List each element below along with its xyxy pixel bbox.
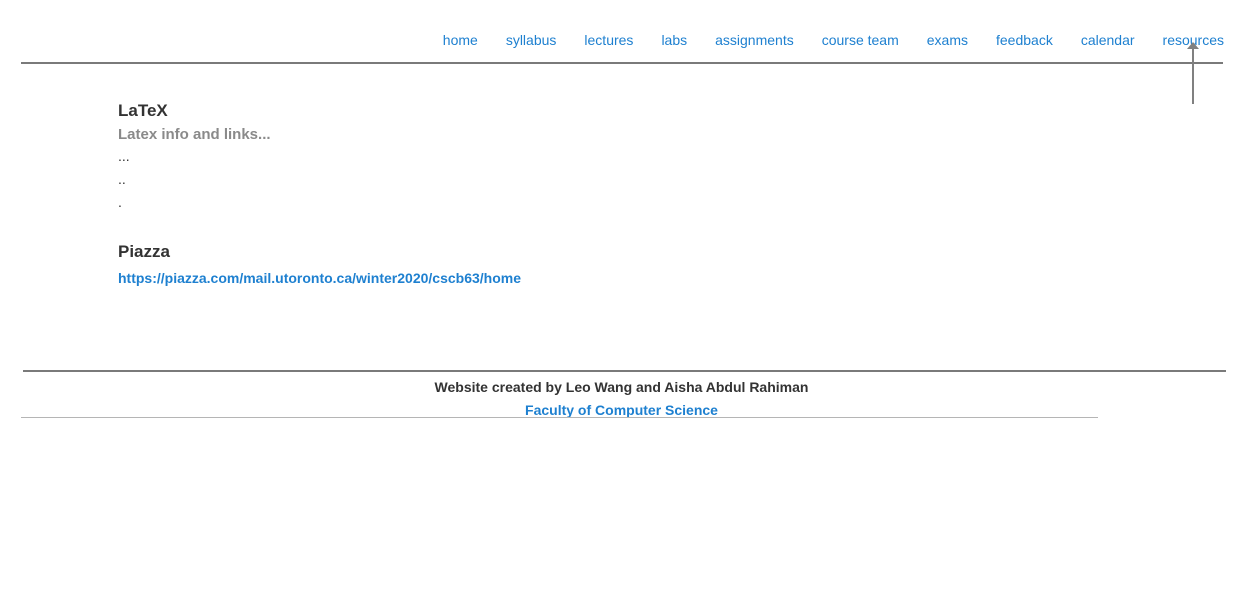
nav-lectures-link[interactable]: lectures xyxy=(584,30,633,50)
nav-labs-link[interactable]: labs xyxy=(661,30,687,50)
latex-dots-3: . xyxy=(118,194,122,210)
nav-assignments-link[interactable]: assignments xyxy=(715,30,794,50)
latex-heading: LaTeX xyxy=(118,101,168,120)
footer-divider-bottom xyxy=(21,417,1098,418)
footer-credit: Website created by Leo Wang and Aisha Ab… xyxy=(434,379,809,395)
latex-section: LaTeX Latex info and links... ... .. . xyxy=(118,100,521,214)
faculty-link[interactable]: Faculty of Computer Science xyxy=(525,402,718,418)
latex-description: Latex info and links... xyxy=(118,126,271,143)
piazza-section: Piazza https://piazza.com/mail.utoronto.… xyxy=(118,241,521,288)
active-indicator-line xyxy=(1192,44,1194,104)
piazza-heading: Piazza xyxy=(118,242,170,261)
nav-course-team-link[interactable]: course team xyxy=(822,30,899,50)
nav-divider xyxy=(21,62,1223,64)
piazza-link[interactable]: https://piazza.com/mail.utoronto.ca/wint… xyxy=(118,268,521,288)
footer-divider-top xyxy=(23,370,1226,372)
nav-syllabus-link[interactable]: syllabus xyxy=(506,30,557,50)
latex-dots-2: .. xyxy=(118,171,126,187)
nav-calendar-link[interactable]: calendar xyxy=(1081,30,1135,50)
main-content: LaTeX Latex info and links... ... .. . P… xyxy=(118,100,521,288)
top-nav: home syllabus lectures labs assignments … xyxy=(443,30,1224,50)
nav-feedback-link[interactable]: feedback xyxy=(996,30,1053,50)
nav-home-link[interactable]: home xyxy=(443,30,478,50)
nav-exams-link[interactable]: exams xyxy=(927,30,968,50)
page: home syllabus lectures labs assignments … xyxy=(0,0,1246,600)
latex-dots-1: ... xyxy=(118,148,130,164)
